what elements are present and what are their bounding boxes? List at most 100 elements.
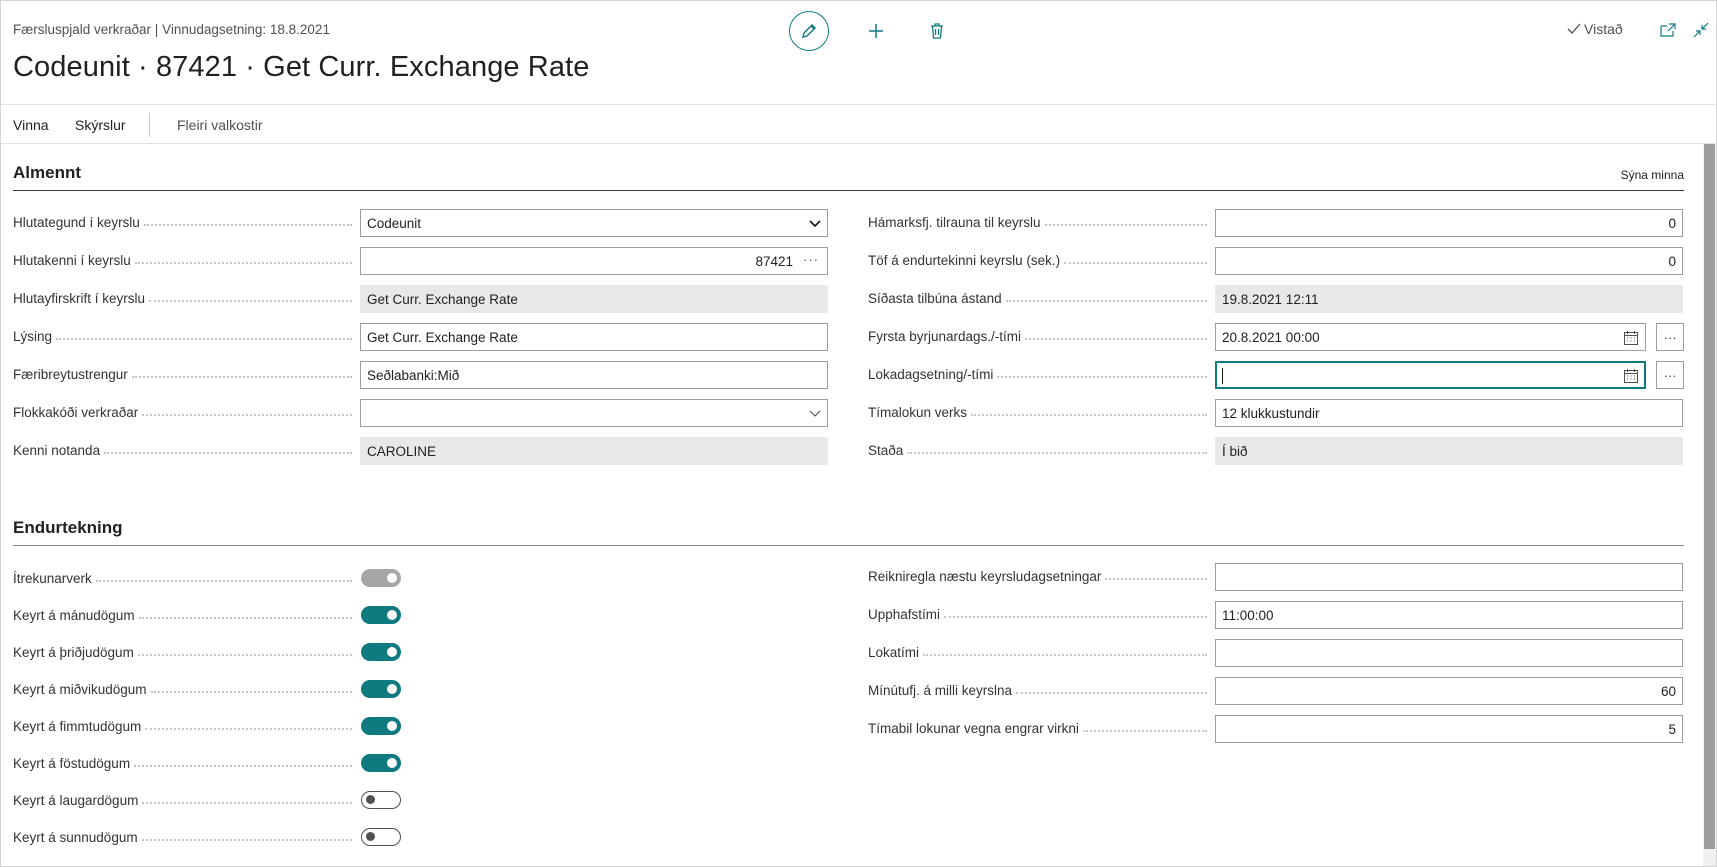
toggle-label: Keyrt á þriðjudögum <box>13 645 138 660</box>
field-label: Hlutayfirskrift í keyrslu <box>13 291 150 306</box>
trash-icon <box>931 23 943 39</box>
field-row-rerun-delay: Töf á endurtekinni keyrslu (sek.) 0 <box>868 247 1684 275</box>
field-label: Mínútufj. á milli keyrslna <box>868 683 1017 698</box>
toggle-row-tuesday: Keyrt á þriðjudögum <box>13 639 828 667</box>
toggle-label: Ítrekunarverk <box>13 571 96 586</box>
job-timeout-input[interactable]: 12 klukkustundir <box>1215 399 1683 427</box>
field-label: Lokadagsetning/-tími <box>868 367 998 382</box>
toggle-label: Keyrt á laugardögum <box>13 793 143 808</box>
header-actions <box>789 11 952 51</box>
section-general-header[interactable]: Almennt Sýna minna <box>13 163 1684 191</box>
action-separator <box>149 113 150 137</box>
run-thursday-toggle[interactable] <box>361 717 401 735</box>
calendar-icon[interactable] <box>1623 368 1639 384</box>
last-ready-state-field: 19.8.2021 12:11 <box>1215 285 1683 313</box>
inactivity-timeout-input[interactable]: 5 <box>1215 715 1683 743</box>
object-type-select[interactable]: Codeunit <box>360 209 828 237</box>
collapse-button[interactable] <box>1690 19 1712 41</box>
run-saturday-toggle[interactable] <box>361 791 401 809</box>
lookup-ellipsis-icon[interactable]: ··· <box>803 252 819 267</box>
run-wednesday-toggle[interactable] <box>361 680 401 698</box>
field-row-starting-time: Upphafstími 11:00:00 <box>868 601 1684 629</box>
edit-button[interactable] <box>789 11 829 51</box>
field-label: Hámarksfj. tilrauna til keyrslu <box>868 215 1045 230</box>
toggle-row-friday: Keyrt á föstudögum <box>13 750 828 778</box>
field-row-inactivity-timeout: Tímabil lokunar vegna engrar virkni 5 <box>868 715 1684 743</box>
field-label: Hlutakenni í keyrslu <box>13 253 135 268</box>
earliest-start-more-button[interactable]: ··· <box>1656 323 1684 351</box>
toggle-row-sunday: Keyrt á sunnudögum <box>13 824 828 852</box>
starting-time-input[interactable]: 11:00:00 <box>1215 601 1683 629</box>
run-friday-toggle[interactable] <box>361 754 401 772</box>
field-row-object-type: Hlutategund í keyrslu Codeunit <box>13 209 828 237</box>
field-row-user-id: Kenni notanda CAROLINE <box>13 437 828 465</box>
page-title: Codeunit · 87421 · Get Curr. Exchange Ra… <box>13 51 590 83</box>
earliest-start-value: 20.8.2021 00:00 <box>1222 330 1320 345</box>
open-in-new-window-icon <box>1660 23 1676 37</box>
end-datetime-more-button[interactable]: ··· <box>1656 361 1684 389</box>
field-row-ending-time: Lokatími <box>868 639 1684 667</box>
page-frame: Færsluspjald verkraðar | Vinnudagsetning… <box>0 0 1717 867</box>
section-recurrence-header[interactable]: Endurtekning <box>13 518 1684 546</box>
field-row-max-attempts: Hámarksfj. tilrauna til keyrslu 0 <box>868 209 1684 237</box>
description-input[interactable]: Get Curr. Exchange Rate <box>360 323 828 351</box>
open-new-window-button[interactable] <box>1657 19 1679 41</box>
object-caption-field: Get Curr. Exchange Rate <box>360 285 828 313</box>
field-row-object-id: Hlutakenni í keyrslu 87421 ··· <box>13 247 828 275</box>
field-row-category-code: Flokkakóði verkraðar <box>13 399 828 427</box>
action-reports[interactable]: Skýrslur <box>75 117 126 133</box>
rerun-delay-input[interactable]: 0 <box>1215 247 1683 275</box>
toggle-row-thursday: Keyrt á fimmtudögum <box>13 713 828 741</box>
parameter-string-input[interactable]: Seðlabanki:Mið <box>360 361 828 389</box>
field-row-status: Staða Í bið <box>868 437 1684 465</box>
toggle-row-saturday: Keyrt á laugardögum <box>13 787 828 815</box>
field-label: Upphafstími <box>868 607 945 622</box>
saved-status: Vistað <box>1567 21 1623 37</box>
run-monday-toggle[interactable] <box>361 606 401 624</box>
toggle-label: Keyrt á föstudögum <box>13 756 135 771</box>
field-row-end-datetime: Lokadagsetning/-tími ··· <box>868 361 1684 389</box>
scrollbar-thumb[interactable] <box>1704 144 1715 849</box>
show-less-link[interactable]: Sýna minna <box>1621 168 1684 182</box>
end-datetime-input[interactable] <box>1215 361 1646 389</box>
toggle-label: Keyrt á fimmtudögum <box>13 719 146 734</box>
field-row-object-caption: Hlutayfirskrift í keyrslu Get Curr. Exch… <box>13 285 828 313</box>
field-label: Reikniregla næstu keyrsludagsetningar <box>868 569 1106 584</box>
field-label: Tímalokun verks <box>868 405 972 420</box>
field-label: Flokkakóði verkraðar <box>13 405 143 420</box>
field-row-next-run-formula: Reikniregla næstu keyrsludagsetningar <box>868 563 1684 591</box>
field-label: Síðasta tilbúna ástand <box>868 291 1006 306</box>
next-run-formula-input[interactable] <box>1215 563 1683 591</box>
field-row-minutes-between: Mínútufj. á milli keyrslna 60 <box>868 677 1684 705</box>
text-caret <box>1222 368 1223 385</box>
category-code-select[interactable] <box>360 399 828 427</box>
calendar-icon[interactable] <box>1623 330 1639 346</box>
field-label: Tímabil lokunar vegna engrar virkni <box>868 721 1083 736</box>
run-sunday-toggle[interactable] <box>361 828 401 846</box>
toggle-label: Keyrt á mánudögum <box>13 608 139 623</box>
minutes-between-runs-input[interactable]: 60 <box>1215 677 1683 705</box>
field-row-job-timeout: Tímalokun verks 12 klukkustundir <box>868 399 1684 427</box>
object-id-input[interactable]: 87421 ··· <box>360 247 828 275</box>
ending-time-input[interactable] <box>1215 639 1683 667</box>
section-general-title: Almennt <box>13 163 81 182</box>
saved-label: Vistað <box>1584 21 1623 37</box>
max-attempts-input[interactable]: 0 <box>1215 209 1683 237</box>
field-label: Töf á endurtekinni keyrslu (sek.) <box>868 253 1065 268</box>
collapse-icon <box>1693 22 1709 38</box>
run-tuesday-toggle[interactable] <box>361 643 401 661</box>
earliest-start-input[interactable]: 20.8.2021 00:00 <box>1215 323 1646 351</box>
field-label: Staða <box>868 443 908 458</box>
recurring-job-toggle[interactable] <box>361 569 401 587</box>
field-row-description: Lýsing Get Curr. Exchange Rate <box>13 323 828 351</box>
field-label: Lýsing <box>13 329 57 344</box>
field-row-last-ready-state: Síðasta tilbúna ástand 19.8.2021 12:11 <box>868 285 1684 313</box>
toggle-label: Keyrt á sunnudögum <box>13 830 142 845</box>
object-type-value: Codeunit <box>367 216 422 231</box>
section-recurrence-title: Endurtekning <box>13 518 123 537</box>
chevron-down-icon <box>809 220 821 228</box>
delete-button[interactable] <box>922 16 952 46</box>
action-more-options[interactable]: Fleiri valkostir <box>177 117 263 133</box>
action-process[interactable]: Vinna <box>13 117 49 133</box>
new-button[interactable] <box>861 16 891 46</box>
